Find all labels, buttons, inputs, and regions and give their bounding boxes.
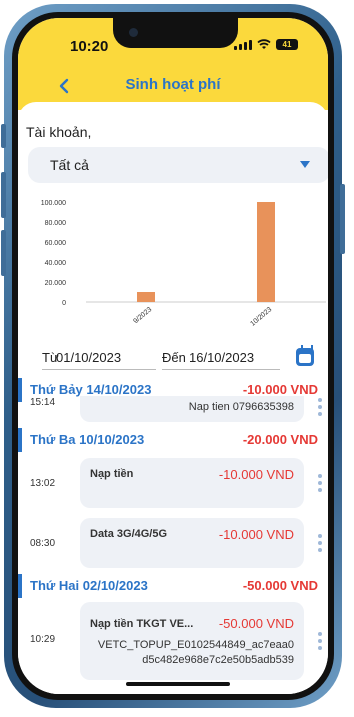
y-tick-label: 60.000: [45, 240, 67, 247]
more-icon[interactable]: [318, 632, 322, 653]
day-total: -20.000 VND: [242, 432, 318, 447]
chart-bar: [137, 292, 155, 302]
power-button: [340, 184, 345, 254]
y-tick-label: 80.000: [45, 220, 67, 227]
signal-icon: [234, 39, 252, 50]
battery-icon: 41: [276, 39, 298, 50]
transaction-name: Data 3G/4G/5G: [90, 528, 168, 540]
main-content: Tài khoản, Tất cả 0 20.000 40.000 60.000 80.…: [18, 102, 328, 694]
to-date-field[interactable]: 16/10/2023: [189, 350, 254, 365]
transaction-item[interactable]: 15:14 Nap tien 0796635398: [18, 396, 328, 430]
transaction-card[interactable]: Nạp tiền TKGT VE... -50.000 VND VETC_TOP…: [80, 602, 304, 680]
transaction-item[interactable]: 13:02 Nạp tiền -10.000 VND: [18, 458, 328, 510]
transaction-time: 13:02: [30, 478, 56, 489]
transaction-amount: -10.000 VND: [218, 467, 294, 482]
calendar-icon[interactable]: [296, 345, 314, 366]
status-time: 10:20: [70, 38, 109, 55]
transaction-card[interactable]: Nap tien 0796635398: [80, 396, 304, 422]
account-dropdown[interactable]: Tất cả: [28, 147, 328, 183]
transaction-card[interactable]: Data 3G/4G/5G -10.000 VND: [80, 518, 304, 568]
transaction-item[interactable]: 08:30 Data 3G/4G/5G -10.000 VND: [18, 518, 328, 570]
volume-down-button: [1, 230, 6, 276]
transaction-amount: -10.000 VND: [218, 527, 294, 542]
volume-up-button: [1, 172, 6, 218]
transaction-amount: -50.000 VND: [218, 616, 294, 631]
transaction-list: Thứ Bảy 14/10/2023 -10.000 VND 15:14 Nap…: [18, 378, 328, 694]
x-tick-label: 9/2023: [132, 306, 153, 325]
to-date-underline: [162, 369, 280, 370]
app-header: 10:20 41 Sinh hoạt phí: [18, 18, 328, 110]
day-total: -50.000 VND: [242, 578, 318, 593]
transaction-card[interactable]: Nạp tiền -10.000 VND: [80, 458, 304, 508]
status-icons: 41: [234, 39, 298, 50]
y-tick-label: 20.000: [45, 280, 67, 287]
more-icon[interactable]: [318, 398, 322, 419]
transaction-time: 15:14: [30, 397, 56, 408]
caret-down-icon: [300, 161, 310, 168]
y-tick-label: 0: [62, 300, 66, 307]
y-tick-label: 100.000: [41, 200, 66, 207]
day-header: Thứ Hai 02/10/2023 -50.000 VND: [18, 574, 328, 598]
transaction-name: Nạp tiền TKGT VE...: [90, 618, 194, 630]
to-label: Đến: [162, 350, 186, 365]
transaction-item[interactable]: 10:29 Nạp tiền TKGT VE... -50.000 VND VE…: [18, 602, 328, 682]
from-date-field[interactable]: 01/10/2023: [56, 350, 121, 365]
spending-chart: 0 20.000 40.000 60.000 80.000 100.000 9/2023 1…: [41, 200, 326, 328]
transaction-time: 08:30: [30, 538, 56, 549]
home-indicator: [126, 682, 230, 686]
more-icon[interactable]: [318, 474, 322, 495]
account-label: Tài khoản,: [26, 124, 92, 140]
phone-frame: 10:20 41 Sinh hoạt phí Tài khoản, Tất cả…: [1, 4, 345, 708]
day-name: Thứ Hai 02/10/2023: [30, 578, 148, 593]
page-title: Sinh hoạt phí: [125, 76, 221, 93]
transaction-time: 10:29: [30, 634, 56, 645]
notch: [113, 18, 238, 48]
day-header: Thứ Ba 10/10/2023 -20.000 VND: [18, 428, 328, 452]
more-icon[interactable]: [318, 534, 322, 555]
transaction-desc: Nap tien 0796635398: [188, 401, 294, 413]
account-dropdown-value: Tất cả: [50, 157, 89, 173]
transaction-desc-line1: VETC_TOPUP_E0102544849_ac7eaa0: [97, 639, 294, 651]
app-screen: 10:20 41 Sinh hoạt phí Tài khoản, Tất cả…: [18, 18, 328, 694]
mute-switch: [1, 124, 6, 148]
y-tick-label: 40.000: [45, 260, 67, 267]
day-name: Thứ Bảy 14/10/2023: [30, 382, 152, 397]
day-name: Thứ Ba 10/10/2023: [30, 432, 145, 447]
date-range: Từ 01/10/2023 Đến 16/10/2023: [18, 345, 328, 372]
x-tick-label: 10/2023: [249, 306, 273, 328]
transaction-desc-line2: d5c482e968e7c2e50b5adb539: [142, 654, 294, 666]
day-total: -10.000 VND: [242, 382, 318, 397]
wifi-icon: [257, 39, 271, 49]
chart-bar: [257, 202, 275, 302]
from-date-underline: [42, 369, 156, 370]
transaction-name: Nạp tiền: [90, 468, 134, 480]
